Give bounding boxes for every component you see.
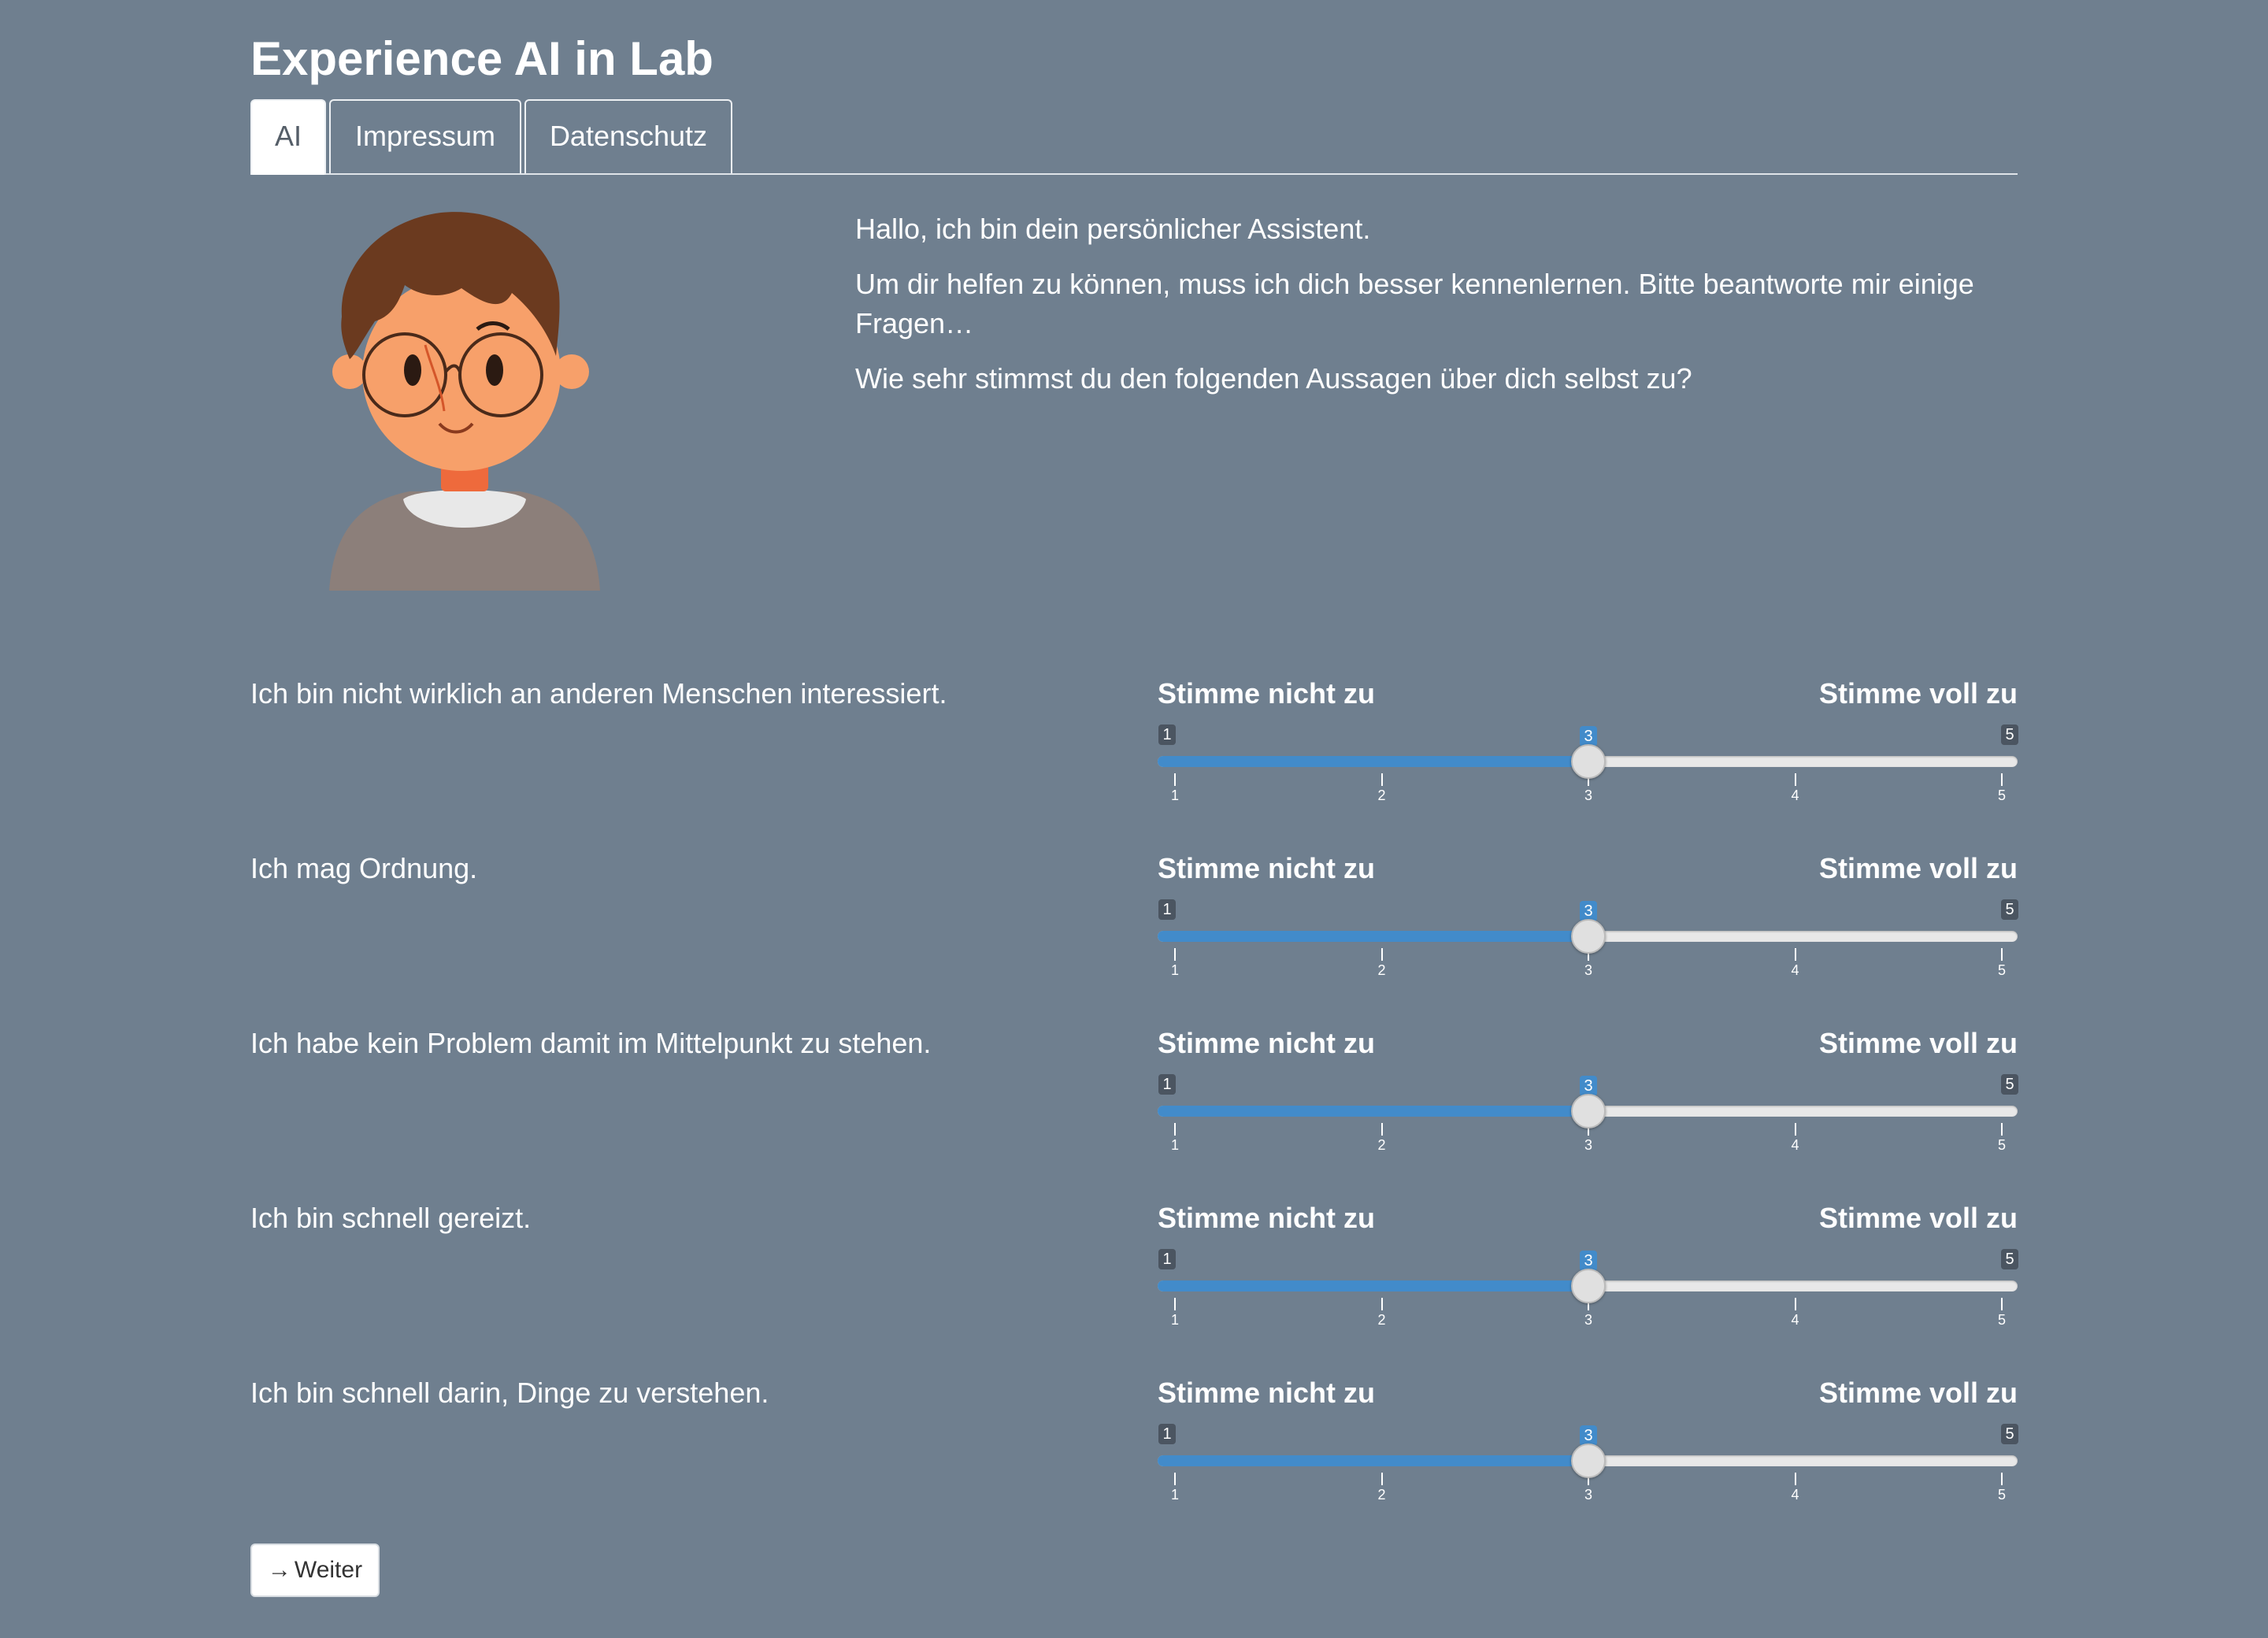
question-statement: Ich habe kein Problem damit im Mittelpun… (250, 1027, 932, 1059)
slider-fill (1158, 1280, 1588, 1292)
slider-tick-label: 3 (1584, 1137, 1593, 1153)
slider-handle[interactable] (1571, 1269, 1606, 1303)
slider-tick (1174, 1298, 1176, 1310)
slider-fill (1158, 1106, 1588, 1117)
slider-min-value: 1 (1158, 1074, 1176, 1095)
slider-tick-label: 2 (1377, 1487, 1386, 1503)
slider-tick-label: 4 (1791, 788, 1799, 803)
slider-tick (1380, 1298, 1383, 1310)
rating-slider: Stimme nicht zu Stimme voll zu 1 5 3 1 2 3 4 5 (1158, 1199, 2018, 1356)
slider-tick (2001, 1123, 2003, 1136)
slider-max-value: 5 (2001, 899, 2018, 920)
slider-fill (1158, 1455, 1588, 1466)
slider-handle[interactable] (1571, 1094, 1606, 1128)
rating-slider: Stimme nicht zu Stimme voll zu 1 5 3 1 2 3 4 5 (1158, 674, 2018, 832)
slider-handle[interactable] (1571, 1443, 1606, 1478)
slider-tick-label: 5 (1997, 788, 2007, 803)
slider-tick-label: 5 (1997, 962, 2007, 978)
app-title: Experience AI in Lab (250, 32, 713, 85)
rating-slider: Stimme nicht zu Stimme voll zu 1 5 3 1 2 3 4 5 (1158, 1373, 2018, 1531)
slider-tick (1174, 773, 1176, 786)
slider-tick (1174, 948, 1176, 961)
assistant-avatar (329, 212, 600, 591)
slider-tick (1380, 773, 1383, 786)
scale-label-max: Stimme voll zu (1818, 1202, 2018, 1234)
slider-tick-label: 2 (1377, 962, 1386, 978)
slider-tick (1794, 773, 1796, 786)
slider-tick-label: 4 (1791, 1312, 1799, 1328)
rating-slider: Stimme nicht zu Stimme voll zu 1 5 3 1 2 3 4 5 (1158, 1024, 2018, 1181)
question-statement: Ich bin schnell darin, Dinge zu verstehe… (250, 1377, 769, 1409)
slider-tick-label: 1 (1170, 1312, 1180, 1328)
slider-tick (1380, 1123, 1383, 1136)
slider-tick (2001, 1298, 2003, 1310)
rating-slider: Stimme nicht zu Stimme voll zu 1 5 3 1 2 3 4 5 (1158, 849, 2018, 1006)
slider-min-value: 1 (1158, 899, 1176, 920)
slider-tick-label: 1 (1170, 962, 1180, 978)
tab-impressum[interactable]: Impressum (329, 99, 521, 173)
slider-fill (1158, 756, 1588, 767)
slider-tick (1794, 1473, 1796, 1485)
slider-tick-label: 4 (1791, 1487, 1799, 1503)
intro-help-text: Um dir helfen zu können, muss ich dich b… (855, 268, 1974, 339)
tab-datenschutz[interactable]: Datenschutz (524, 99, 732, 173)
scale-label-min: Stimme nicht zu (1158, 1377, 1376, 1409)
slider-fill (1158, 931, 1588, 942)
scale-label-max: Stimme voll zu (1818, 852, 2018, 884)
question-statement: Ich bin schnell gereizt. (250, 1202, 532, 1234)
slider-tick-label: 2 (1377, 788, 1386, 803)
slider-tick-label: 2 (1377, 1312, 1386, 1328)
slider-tick (1174, 1123, 1176, 1136)
slider-tick-label: 4 (1791, 1137, 1799, 1153)
slider-tick (1380, 1473, 1383, 1485)
slider-tick-label: 5 (1997, 1487, 2007, 1503)
question-statement: Ich mag Ordnung. (250, 852, 478, 884)
scale-label-min: Stimme nicht zu (1158, 1027, 1376, 1059)
slider-tick (1174, 1473, 1176, 1485)
weiter-label: Weiter (294, 1557, 363, 1583)
slider-tick-label: 3 (1584, 962, 1593, 978)
slider-tick (1380, 948, 1383, 961)
slider-min-value: 1 (1158, 1249, 1176, 1269)
slider-handle[interactable] (1571, 744, 1606, 779)
slider-tick (2001, 948, 2003, 961)
slider-tick (1794, 1298, 1796, 1310)
weiter-button[interactable]: → Weiter (250, 1544, 380, 1597)
slider-tick-label: 1 (1170, 788, 1180, 803)
slider-tick-label: 4 (1791, 962, 1799, 978)
scale-label-max: Stimme voll zu (1818, 1377, 2018, 1409)
slider-max-value: 5 (2001, 1249, 2018, 1269)
slider-handle[interactable] (1571, 919, 1606, 954)
assistant-intro: Hallo, ich bin dein persönlicher Assiste… (855, 209, 2018, 414)
intro-question: Wie sehr stimmst du den folgenden Aussag… (855, 362, 1692, 395)
scale-label-min: Stimme nicht zu (1158, 1202, 1376, 1234)
slider-min-value: 1 (1158, 1424, 1176, 1444)
question-statement: Ich bin nicht wirklich an anderen Mensch… (250, 677, 947, 710)
slider-min-value: 1 (1158, 724, 1176, 745)
slider-tick-label: 5 (1997, 1137, 2007, 1153)
slider-tick-label: 1 (1170, 1487, 1180, 1503)
slider-tick-label: 1 (1170, 1137, 1180, 1153)
tab-ai[interactable]: AI (250, 99, 326, 175)
slider-tick-label: 3 (1584, 1487, 1593, 1503)
slider-tick (2001, 1473, 2003, 1485)
slider-max-value: 5 (2001, 1424, 2018, 1444)
arrow-right-icon: → (267, 1557, 291, 1583)
slider-max-value: 5 (2001, 1074, 2018, 1095)
slider-tick (1794, 1123, 1796, 1136)
intro-greeting: Hallo, ich bin dein persönlicher Assiste… (855, 213, 1371, 245)
slider-tick (1794, 948, 1796, 961)
scale-label-min: Stimme nicht zu (1158, 852, 1376, 884)
slider-tick-label: 2 (1377, 1137, 1386, 1153)
slider-tick-label: 3 (1584, 788, 1593, 803)
scale-label-max: Stimme voll zu (1818, 677, 2018, 710)
tab-bar: AI Impressum Datenschutz (250, 99, 2018, 175)
scale-label-min: Stimme nicht zu (1158, 677, 1376, 710)
scale-label-max: Stimme voll zu (1818, 1027, 2018, 1059)
slider-max-value: 5 (2001, 724, 2018, 745)
slider-tick-label: 5 (1997, 1312, 2007, 1328)
slider-tick-label: 3 (1584, 1312, 1593, 1328)
slider-tick (2001, 773, 2003, 786)
